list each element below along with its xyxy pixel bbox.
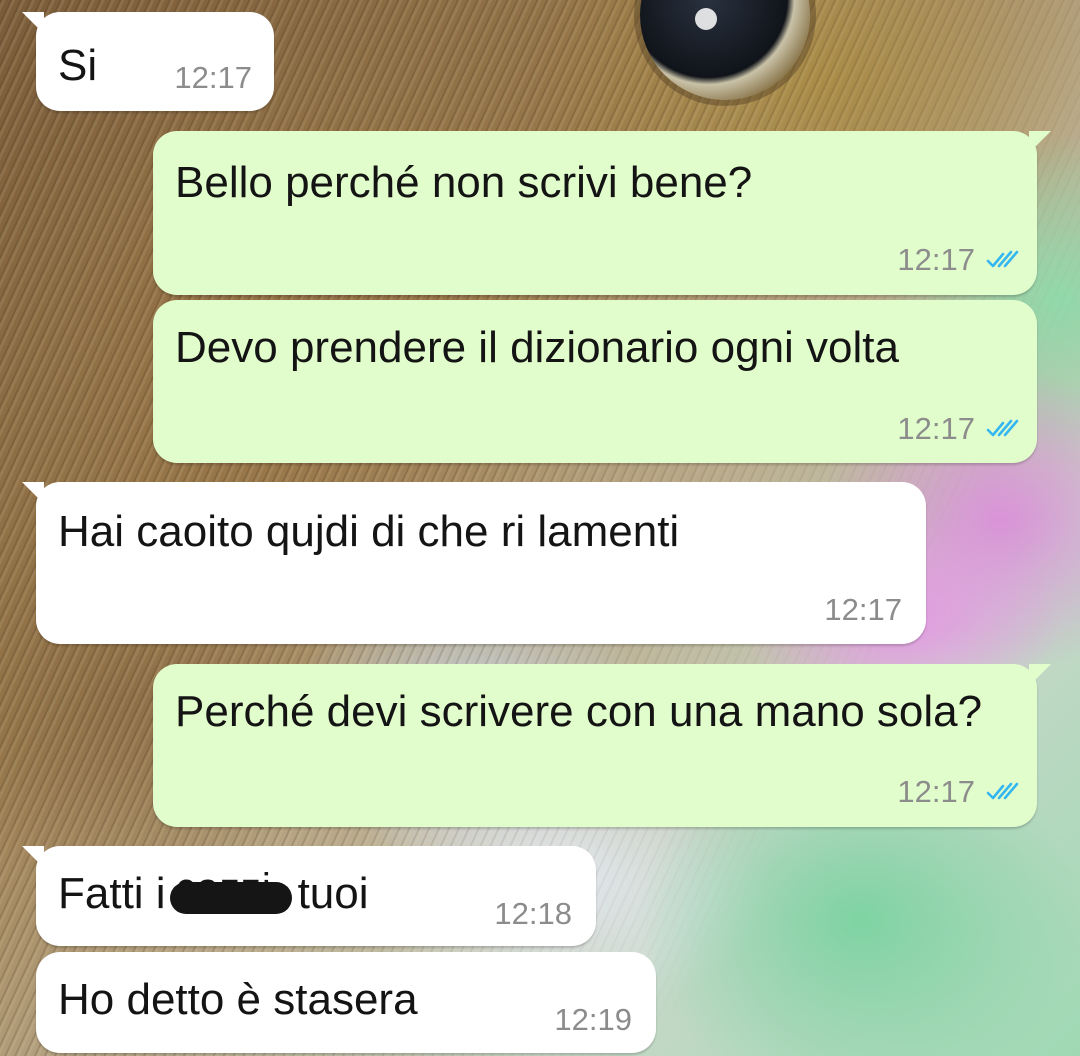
- message-bubble-outgoing[interactable]: Perché devi scrivere con una mano sola? …: [153, 664, 1051, 827]
- read-receipt-icon: [986, 250, 1019, 268]
- message-timestamp: 12:17: [897, 242, 975, 277]
- message-text: Devo prendere il dizionario ogni volta: [175, 323, 899, 372]
- read-receipt-icon: [986, 419, 1019, 437]
- message-text: Fatti icazzituoi: [58, 864, 369, 924]
- message-bubble-outgoing[interactable]: Bello perché non scrivi bene? 12:17: [153, 131, 1051, 295]
- message-bubble-incoming[interactable]: Si 12:17: [22, 12, 274, 111]
- message-bubble-incoming[interactable]: Hai caoito qujdi di che ri lamenti 12:17: [22, 482, 926, 644]
- message-bubble-incoming[interactable]: Fatti icazzituoi 12:18: [22, 846, 596, 946]
- message-text: Perché devi scrivere con una mano sola?: [175, 687, 983, 736]
- message-timestamp: 12:17: [897, 411, 975, 446]
- message-timestamp: 12:17: [897, 774, 975, 809]
- redaction-blob: [169, 882, 292, 914]
- message-text: Ho detto è stasera: [58, 975, 418, 1024]
- message-bubble-outgoing[interactable]: Devo prendere il dizionario ogni volta 1…: [153, 300, 1037, 463]
- message-timestamp: 12:17: [174, 60, 252, 95]
- message-text: Hai caoito qujdi di che ri lamenti: [58, 507, 680, 556]
- message-text-before: Fatti i: [58, 869, 166, 918]
- message-timestamp: 12:18: [494, 896, 572, 931]
- message-timestamp: 12:17: [824, 592, 902, 627]
- message-text-after: tuoi: [297, 869, 369, 918]
- read-receipt-icon: [986, 782, 1019, 800]
- message-timestamp: 12:19: [554, 1002, 632, 1037]
- message-text: Si: [58, 41, 98, 90]
- redaction-scribble: cazzi: [169, 866, 292, 914]
- message-text: Bello perché non scrivi bene?: [175, 158, 753, 207]
- message-bubble-incoming[interactable]: Ho detto è stasera 12:19: [36, 952, 656, 1053]
